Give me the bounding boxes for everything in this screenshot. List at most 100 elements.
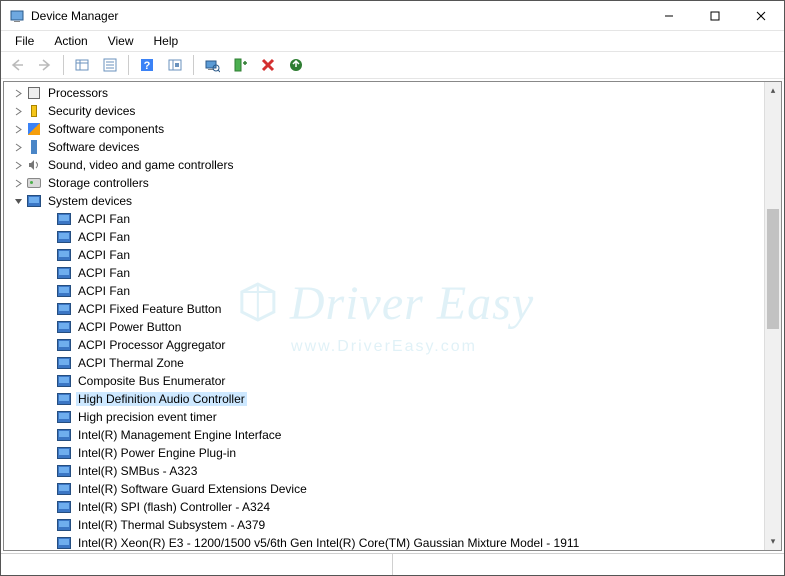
device-label: ACPI Fan — [76, 212, 132, 226]
device-node[interactable]: Composite Bus Enumerator — [4, 372, 764, 390]
sys-icon — [56, 499, 72, 515]
menu-view[interactable]: View — [100, 33, 142, 49]
device-label: ACPI Fan — [76, 248, 132, 262]
statusbar — [1, 553, 784, 575]
category-node[interactable]: Processors — [4, 84, 764, 102]
stor-icon — [26, 175, 42, 191]
category-node[interactable]: Software components — [4, 120, 764, 138]
toolbar-separator — [193, 55, 194, 75]
add-legacy-button[interactable] — [228, 54, 252, 76]
menu-help[interactable]: Help — [146, 33, 187, 49]
device-node[interactable]: ACPI Power Button — [4, 318, 764, 336]
device-node[interactable]: ACPI Fan — [4, 228, 764, 246]
sys-icon — [56, 445, 72, 461]
action-button[interactable] — [163, 54, 187, 76]
expander-icon[interactable] — [10, 197, 26, 206]
device-node[interactable]: Intel(R) Power Engine Plug-in — [4, 444, 764, 462]
device-node[interactable]: ACPI Fan — [4, 264, 764, 282]
sys-icon — [56, 463, 72, 479]
device-manager-window: Device Manager File Action View Help ? — [0, 0, 785, 576]
sys-icon — [56, 517, 72, 533]
titlebar: Device Manager — [1, 1, 784, 31]
cpu-icon — [26, 85, 42, 101]
device-node[interactable]: Intel(R) SMBus - A323 — [4, 462, 764, 480]
scroll-up-icon[interactable]: ▴ — [765, 82, 781, 99]
device-label: Intel(R) Management Engine Interface — [76, 428, 283, 442]
category-label: System devices — [46, 194, 134, 208]
expander-icon[interactable] — [10, 161, 26, 170]
menu-file[interactable]: File — [7, 33, 42, 49]
sys-icon — [56, 535, 72, 550]
device-node[interactable]: Intel(R) Thermal Subsystem - A379 — [4, 516, 764, 534]
sys-icon — [56, 301, 72, 317]
help-button[interactable]: ? — [135, 54, 159, 76]
device-label: Intel(R) Power Engine Plug-in — [76, 446, 238, 460]
device-label: Intel(R) Xeon(R) E3 - 1200/1500 v5/6th G… — [76, 536, 581, 550]
category-node[interactable]: Security devices — [4, 102, 764, 120]
device-label: Intel(R) SMBus - A323 — [76, 464, 199, 478]
toolbar-separator — [63, 55, 64, 75]
device-label: High Definition Audio Controller — [76, 392, 247, 406]
expander-icon[interactable] — [10, 143, 26, 152]
window-title: Device Manager — [31, 9, 646, 23]
scan-hardware-button[interactable] — [200, 54, 224, 76]
device-node[interactable]: Intel(R) Software Guard Extensions Devic… — [4, 480, 764, 498]
device-node[interactable]: High precision event timer — [4, 408, 764, 426]
sys-icon — [56, 427, 72, 443]
back-button[interactable] — [5, 54, 29, 76]
device-node[interactable]: ACPI Processor Aggregator — [4, 336, 764, 354]
device-label: ACPI Fan — [76, 284, 132, 298]
uninstall-button[interactable] — [256, 54, 280, 76]
content-area: Driver Easy www.DriverEasy.com Processor… — [3, 81, 782, 551]
sys-icon — [56, 391, 72, 407]
device-node[interactable]: High Definition Audio Controller — [4, 390, 764, 408]
device-node[interactable]: ACPI Thermal Zone — [4, 354, 764, 372]
device-label: ACPI Fixed Feature Button — [76, 302, 223, 316]
expander-icon[interactable] — [10, 89, 26, 98]
scroll-down-icon[interactable]: ▾ — [765, 533, 781, 550]
category-label: Software components — [46, 122, 166, 136]
device-node[interactable]: Intel(R) Xeon(R) E3 - 1200/1500 v5/6th G… — [4, 534, 764, 550]
device-node[interactable]: Intel(R) Management Engine Interface — [4, 426, 764, 444]
show-hidden-button[interactable] — [70, 54, 94, 76]
update-driver-button[interactable] — [284, 54, 308, 76]
device-node[interactable]: ACPI Fan — [4, 210, 764, 228]
category-node[interactable]: Sound, video and game controllers — [4, 156, 764, 174]
sys-icon — [56, 211, 72, 227]
device-tree[interactable]: Driver Easy www.DriverEasy.com Processor… — [4, 82, 764, 550]
maximize-button[interactable] — [692, 1, 738, 30]
device-label: ACPI Power Button — [76, 320, 183, 334]
window-buttons — [646, 1, 784, 30]
app-icon — [9, 8, 25, 24]
device-node[interactable]: ACPI Fan — [4, 282, 764, 300]
soft-icon — [26, 121, 42, 137]
close-button[interactable] — [738, 1, 784, 30]
expander-icon[interactable] — [10, 107, 26, 116]
category-label: Storage controllers — [46, 176, 151, 190]
expander-icon[interactable] — [10, 125, 26, 134]
vertical-scrollbar[interactable]: ▴ ▾ — [764, 82, 781, 550]
sec-icon — [26, 103, 42, 119]
device-node[interactable]: ACPI Fixed Feature Button — [4, 300, 764, 318]
device-node[interactable]: ACPI Fan — [4, 246, 764, 264]
expander-icon[interactable] — [10, 179, 26, 188]
sys-icon — [56, 229, 72, 245]
category-label: Sound, video and game controllers — [46, 158, 235, 172]
forward-button[interactable] — [33, 54, 57, 76]
snd-icon — [26, 157, 42, 173]
sys-icon — [56, 247, 72, 263]
device-label: Intel(R) Software Guard Extensions Devic… — [76, 482, 309, 496]
category-node[interactable]: Software devices — [4, 138, 764, 156]
sys-icon — [56, 265, 72, 281]
scroll-track[interactable] — [765, 99, 781, 533]
menu-action[interactable]: Action — [46, 33, 95, 49]
device-node[interactable]: Intel(R) SPI (flash) Controller - A324 — [4, 498, 764, 516]
category-label: Software devices — [46, 140, 141, 154]
device-label: Composite Bus Enumerator — [76, 374, 227, 388]
properties-button[interactable] — [98, 54, 122, 76]
category-node[interactable]: System devices — [4, 192, 764, 210]
scroll-thumb[interactable] — [767, 209, 779, 329]
menubar: File Action View Help — [1, 31, 784, 51]
category-node[interactable]: Storage controllers — [4, 174, 764, 192]
minimize-button[interactable] — [646, 1, 692, 30]
